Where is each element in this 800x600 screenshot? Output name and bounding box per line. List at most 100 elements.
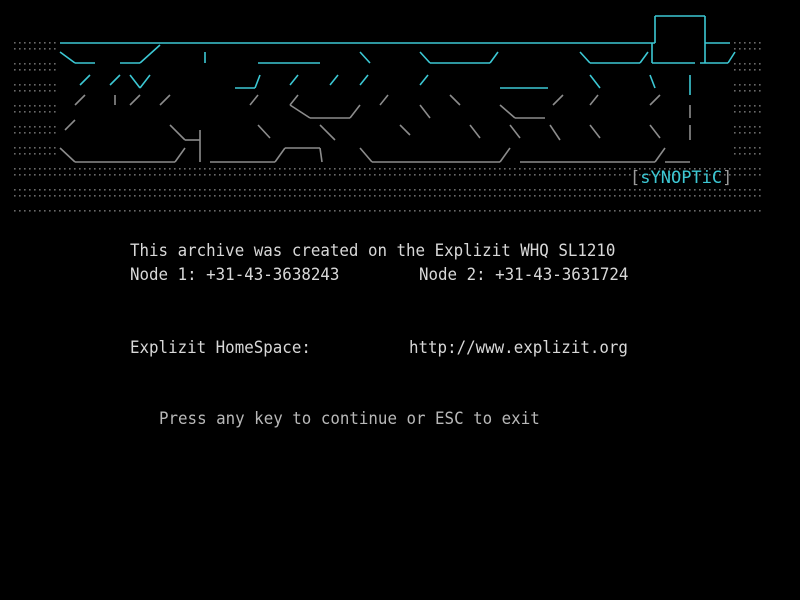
logo-dot	[104, 174, 106, 176]
logo-dot	[29, 48, 31, 50]
logo-dot	[739, 111, 741, 113]
logo-dot	[384, 210, 386, 212]
logo-dot	[144, 195, 146, 197]
logo-dot	[359, 210, 361, 212]
logo-dot	[199, 174, 201, 176]
logo-dot	[349, 174, 351, 176]
dos-screen[interactable]: [sYNOPTiC] This archive was created on t…	[0, 0, 800, 600]
logo-dot	[274, 168, 276, 170]
logo-dot	[749, 126, 751, 128]
logo-dot	[19, 111, 21, 113]
logo-dot	[524, 174, 526, 176]
logo-dot	[679, 210, 681, 212]
logo-dot	[744, 48, 746, 50]
logo-dot	[114, 210, 116, 212]
logo-dot	[424, 174, 426, 176]
logo-dot	[249, 210, 251, 212]
logo-dot	[509, 210, 511, 212]
logo-dot	[564, 195, 566, 197]
logo-dot	[144, 189, 146, 191]
logo-dot	[344, 174, 346, 176]
logo-dot	[94, 210, 96, 212]
logo-dot	[404, 174, 406, 176]
logo-dot	[359, 195, 361, 197]
logo-dot	[759, 63, 761, 65]
logo-dot	[664, 195, 666, 197]
logo-dot	[49, 42, 51, 44]
logo-dot	[499, 195, 501, 197]
logo-dot	[364, 195, 366, 197]
logo-dot	[734, 84, 736, 86]
logo-dot	[754, 174, 756, 176]
logo-dot	[379, 210, 381, 212]
logo-dot	[54, 63, 56, 65]
logo-dot	[119, 168, 121, 170]
logo-dot	[19, 90, 21, 92]
logo-dot	[169, 174, 171, 176]
logo-dot	[24, 174, 26, 176]
logo-dot	[149, 210, 151, 212]
logo-dot	[734, 105, 736, 107]
logo-dot	[159, 168, 161, 170]
logo-dot	[169, 195, 171, 197]
logo-dot	[739, 195, 741, 197]
logo-dot	[184, 195, 186, 197]
logo-dot	[14, 42, 16, 44]
logo-dot	[284, 210, 286, 212]
logo-dot	[294, 189, 296, 191]
logo-dot	[369, 168, 371, 170]
logo-dot	[419, 210, 421, 212]
logo-dot	[644, 195, 646, 197]
logo-dot	[394, 210, 396, 212]
logo-dot	[39, 42, 41, 44]
logo-dot	[614, 189, 616, 191]
logo-dot	[329, 189, 331, 191]
logo-dot	[564, 174, 566, 176]
logo-dot	[449, 174, 451, 176]
logo-dot	[644, 210, 646, 212]
logo-dot	[29, 147, 31, 149]
logo-dot	[319, 168, 321, 170]
logo-dot	[399, 168, 401, 170]
logo-dot	[29, 153, 31, 155]
logo-dot	[289, 195, 291, 197]
logo-dot	[754, 63, 756, 65]
logo-dot	[304, 195, 306, 197]
logo-dot	[749, 195, 751, 197]
logo-dot	[29, 90, 31, 92]
logo-dot	[344, 189, 346, 191]
logo-dot	[744, 84, 746, 86]
logo-dot	[109, 189, 111, 191]
logo-dot	[184, 168, 186, 170]
logo-dot	[189, 195, 191, 197]
logo-dot	[214, 195, 216, 197]
logo-dot	[184, 210, 186, 212]
logo-dot	[39, 132, 41, 134]
logo-dot	[329, 168, 331, 170]
logo-dot	[624, 168, 626, 170]
logo-dot	[189, 168, 191, 170]
logo-dot	[214, 168, 216, 170]
logo-dot	[619, 210, 621, 212]
logo-dot	[254, 189, 256, 191]
logo-dot	[239, 189, 241, 191]
logo-dot	[84, 168, 86, 170]
logo-dot	[119, 210, 121, 212]
logo-dot	[59, 210, 61, 212]
logo-dot	[124, 195, 126, 197]
logo-dot	[309, 210, 311, 212]
logo-dot	[479, 168, 481, 170]
logo-dot	[84, 210, 86, 212]
logo-dot	[289, 210, 291, 212]
homespace-url[interactable]: http://www.explizit.org	[409, 338, 628, 358]
logo-dot	[19, 189, 21, 191]
logo-dot	[189, 210, 191, 212]
logo-dot	[709, 210, 711, 212]
logo-dot	[19, 63, 21, 65]
logo-dot	[299, 168, 301, 170]
logo-dot	[124, 210, 126, 212]
logo-dot	[59, 189, 61, 191]
logo-dot	[44, 195, 46, 197]
logo-dot	[34, 210, 36, 212]
logo-dot	[214, 210, 216, 212]
